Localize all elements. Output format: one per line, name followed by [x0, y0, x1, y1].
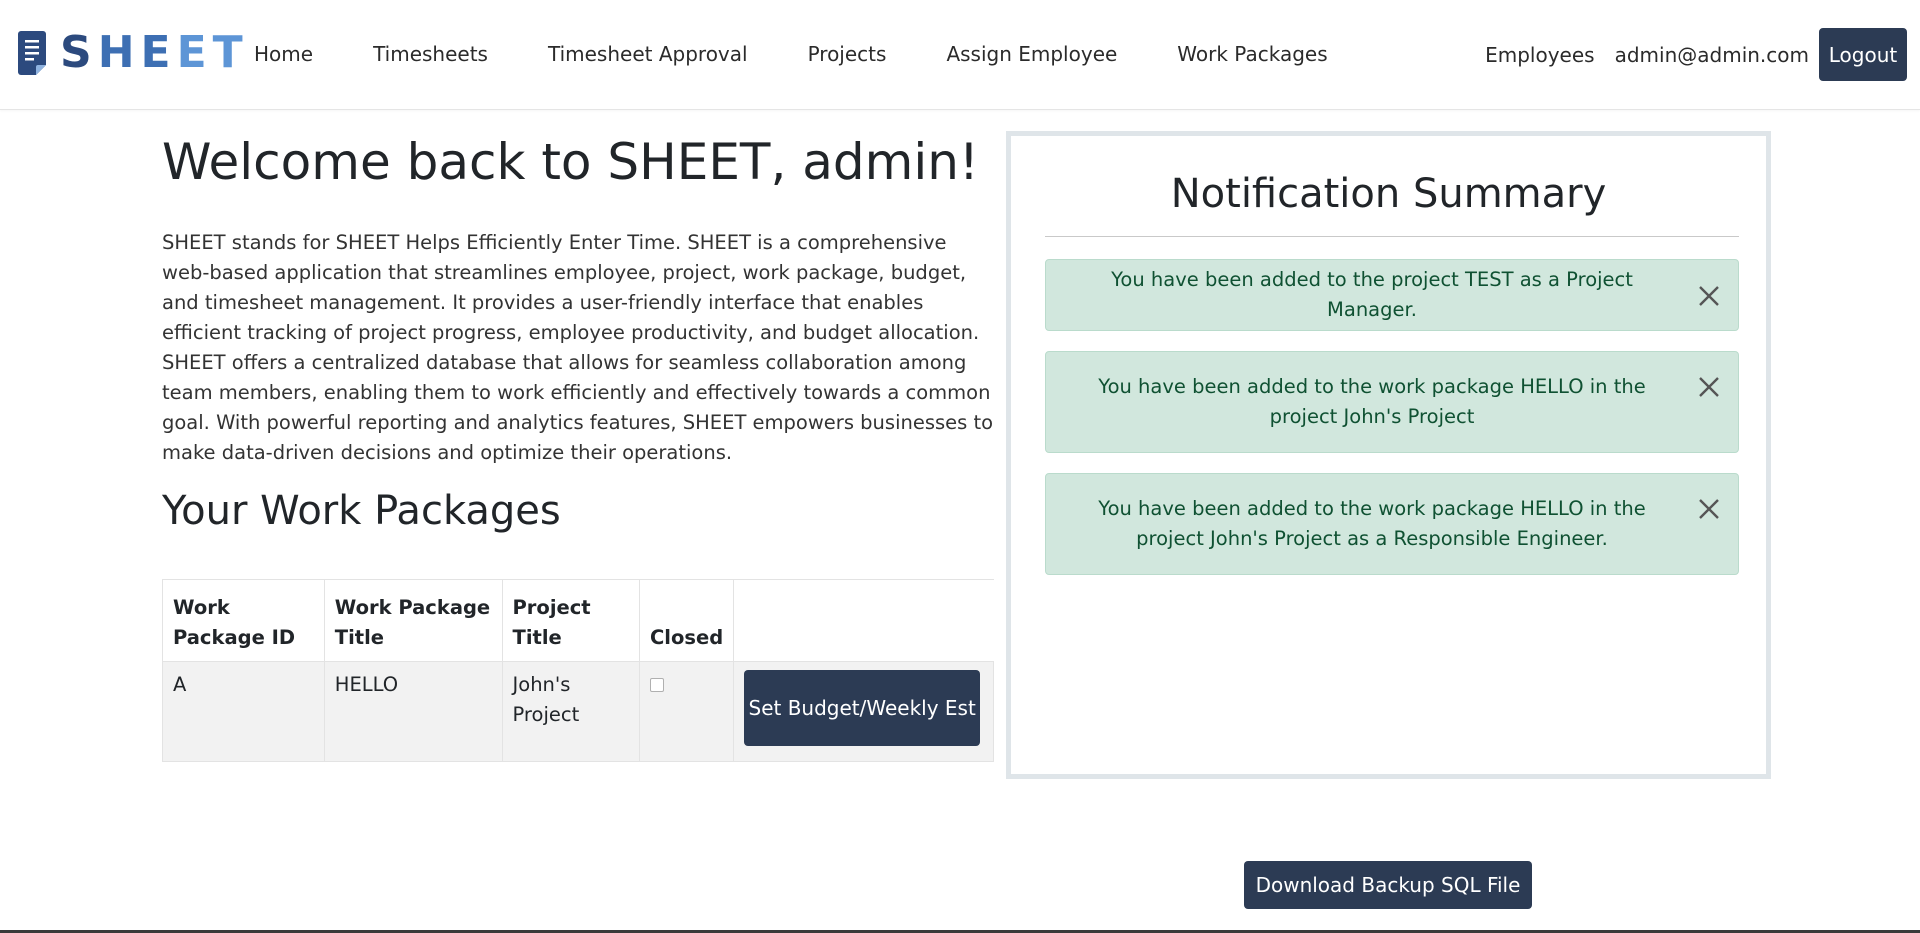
brand-name-part: HE — [97, 27, 177, 78]
table-row: A HELLO John's Project Set Budget/Weekly… — [162, 661, 994, 762]
download-backup-button[interactable]: Download Backup SQL File — [1244, 861, 1532, 909]
welcome-section: Welcome back to SHEET, admin! SHEET stan… — [162, 132, 994, 536]
intro-paragraph: SHEET stands for SHEET Helps Efficiently… — [162, 231, 994, 464]
cell-project-title: John's Project — [501, 661, 640, 762]
main-nav: Home Timesheets Timesheet Approval Proje… — [254, 40, 1388, 68]
nav-assign-employee[interactable]: Assign Employee — [946, 40, 1117, 68]
top-navbar: SHEET Home Timesheets Timesheet Approval… — [0, 0, 1920, 110]
nav-timesheets[interactable]: Timesheets — [373, 40, 488, 68]
notification-panel: Notification Summary You have been added… — [1006, 131, 1771, 779]
cell-wp-title: HELLO — [323, 661, 503, 762]
notification-text: You have been added to the work package … — [1098, 375, 1646, 428]
nav-employees[interactable]: Employees — [1485, 41, 1594, 69]
close-icon[interactable] — [1696, 283, 1722, 309]
brand-logo[interactable]: SHEET — [18, 30, 249, 76]
user-email: admin@admin.com — [1614, 42, 1809, 67]
column-header-closed: Closed — [638, 579, 734, 662]
cell-closed — [638, 661, 735, 762]
column-header-id: Work Package ID — [162, 579, 325, 662]
nav-home[interactable]: Home — [254, 40, 313, 68]
notification-alert: You have been added to the project TEST … — [1045, 259, 1739, 331]
brand-name: SHEET — [60, 30, 249, 76]
set-budget-button[interactable]: Set Budget/Weekly Est — [744, 670, 981, 746]
divider — [1045, 236, 1739, 237]
column-header-title: Work Package Title — [323, 579, 503, 662]
notification-alert: You have been added to the work package … — [1045, 473, 1739, 575]
nav-work-packages[interactable]: Work Packages — [1177, 40, 1327, 68]
column-header-action — [733, 579, 994, 662]
document-icon — [18, 31, 46, 75]
work-packages-table: Work Package ID Work Package Title Proje… — [162, 579, 994, 762]
close-icon[interactable] — [1696, 496, 1722, 522]
close-icon[interactable] — [1696, 374, 1722, 400]
table-header-row: Work Package ID Work Package Title Proje… — [162, 579, 994, 662]
notification-title: Notification Summary — [1170, 171, 1607, 217]
cell-action: Set Budget/Weekly Est — [733, 661, 994, 762]
logout-button[interactable]: Logout — [1819, 28, 1907, 81]
column-header-project: Project Title — [501, 579, 640, 662]
nav-user-area: Employees admin@admin.com Logout — [1485, 28, 1907, 81]
notification-text: You have been added to the work package … — [1098, 497, 1646, 550]
nav-projects[interactable]: Projects — [808, 40, 887, 68]
cell-wp-id: A — [162, 661, 325, 762]
work-packages-heading: Your Work Packages — [162, 488, 561, 534]
closed-checkbox[interactable] — [649, 678, 664, 692]
brand-name-part: S — [60, 27, 98, 78]
nav-timesheet-approval[interactable]: Timesheet Approval — [548, 40, 748, 68]
notification-alert: You have been added to the work package … — [1045, 351, 1739, 453]
notification-text: You have been added to the project TEST … — [1111, 268, 1633, 321]
page-title: Welcome back to SHEET, admin! — [162, 133, 979, 191]
brand-name-part: ET — [176, 27, 249, 78]
